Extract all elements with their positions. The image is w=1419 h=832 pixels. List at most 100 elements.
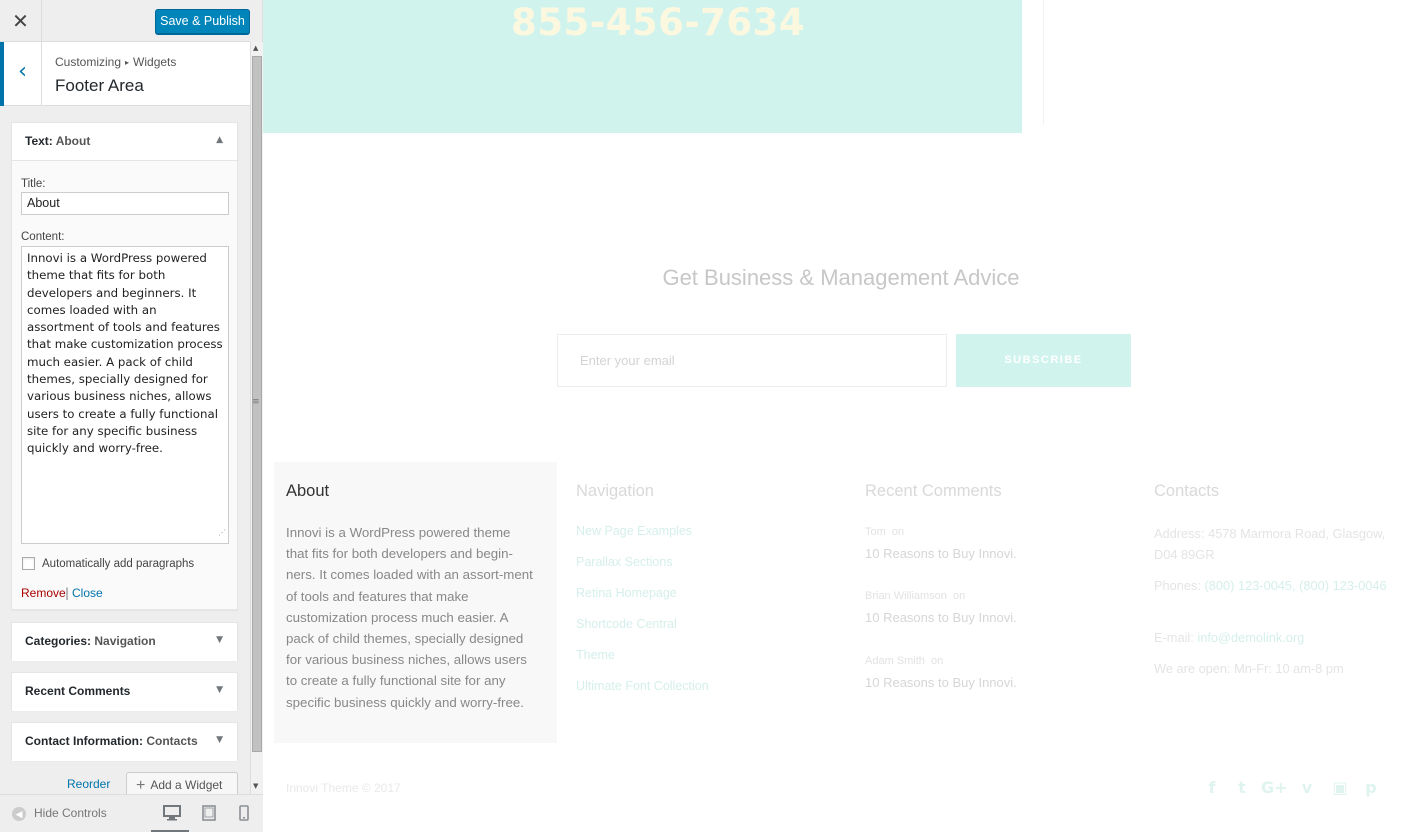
add-widget-button[interactable]: + Add a Widget — [126, 772, 238, 794]
hide-controls-label: Hide Controls — [34, 806, 107, 820]
comment-item: Tom on 10 Reasons to Buy Innovi. — [865, 526, 1017, 561]
save-publish-button[interactable]: Save & Publish — [155, 9, 250, 34]
close-icon[interactable]: ✕ — [0, 0, 42, 42]
google-plus-icon[interactable]: G+ — [1261, 778, 1288, 797]
twitter-icon[interactable]: t — [1233, 778, 1251, 797]
widget-recent-comments[interactable]: Recent Comments ▼ — [11, 672, 238, 711]
widget-header[interactable]: Recent Comments ▼ — [12, 673, 237, 711]
sidebar-scrollbar[interactable]: ▲ ≡ ▼ — [250, 42, 263, 794]
contacts-title: Contacts — [1154, 482, 1220, 500]
widget-instance: Contacts — [146, 734, 198, 748]
title-label: Title: — [21, 178, 46, 190]
facebook-icon[interactable]: f — [1203, 778, 1221, 797]
nav-link[interactable]: Shortcode Central — [576, 617, 709, 648]
phones-label: Phones: — [1154, 578, 1201, 593]
comment-author[interactable]: Adam Smith — [865, 655, 925, 667]
widget-type: Text — [25, 134, 49, 148]
breadcrumb-separator-icon: ▸ — [125, 58, 130, 67]
comment-item: Brian Williamson on 10 Reasons to Buy In… — [865, 590, 1017, 625]
section-header: ‹ Customizing ▸ Widgets Footer Area — [0, 42, 250, 106]
widget-text-about: Text: About ▲ Title: About Content: Inno… — [11, 122, 238, 610]
email-label: E-mail: — [1154, 630, 1194, 645]
widget-header[interactable]: Text: About ▲ — [12, 123, 237, 161]
autop-label: Automatically add paragraphs — [42, 558, 195, 570]
vimeo-icon[interactable]: v — [1298, 778, 1316, 797]
reorder-link[interactable]: Reorder — [67, 777, 110, 791]
desktop-icon[interactable] — [163, 805, 181, 821]
widget-type: Contact Information — [25, 734, 139, 748]
customizer-panel: ‹ Customizing ▸ Widgets Footer Area Text: … — [0, 42, 250, 794]
comment-author[interactable]: Brian Williamson — [865, 590, 947, 602]
cta-phone[interactable]: 855-456-7634 — [511, 1, 805, 44]
comment-author[interactable]: Tom — [865, 526, 886, 538]
expand-arrow-icon[interactable]: ▼ — [216, 735, 223, 745]
remove-link[interactable]: Remove — [21, 586, 66, 600]
email-value[interactable]: info@demolink.org — [1197, 630, 1304, 645]
autop-checkbox[interactable] — [22, 557, 35, 570]
collapse-arrow-icon[interactable]: ▲ — [216, 135, 223, 145]
scrollbar-grip-icon: ≡ — [252, 397, 260, 407]
customizer-header: ✕ Save & Publish — [0, 0, 250, 42]
mobile-icon[interactable] — [239, 805, 249, 821]
contact-hours: We are open: Mn-Fr: 10 am-8 pm — [1154, 661, 1344, 676]
section-title: Footer Area — [55, 76, 144, 95]
newsletter-email-input[interactable]: Enter your email — [557, 334, 947, 387]
comment-on: on — [931, 655, 944, 667]
widget-instance: Navigation — [94, 634, 156, 648]
about-text: Innovi is a WordPress powered theme that… — [286, 525, 533, 710]
nav-link[interactable]: New Page Examples — [576, 524, 709, 555]
nav-link[interactable]: Theme — [576, 648, 709, 679]
about-title: About — [286, 482, 330, 500]
expand-arrow-icon[interactable]: ▼ — [216, 635, 223, 645]
navigation-title: Navigation — [576, 482, 654, 500]
widget-header[interactable]: Contact Information: Contacts ▼ — [12, 723, 237, 761]
content-text: Innovi is a WordPress powered theme that… — [27, 251, 227, 456]
customizer-footer: ◀ Hide Controls — [0, 794, 263, 832]
comment-post-link[interactable]: 10 Reasons to Buy Innovi. — [865, 675, 1017, 690]
tablet-icon[interactable] — [202, 805, 216, 821]
plus-icon: + — [136, 777, 146, 794]
expand-arrow-icon[interactable]: ▼ — [216, 685, 223, 695]
breadcrumb: Customizing ▸ Widgets — [55, 55, 176, 69]
widget-header[interactable]: Categories: Navigation ▼ — [12, 623, 237, 661]
nav-link[interactable]: Ultimate Font Collection — [576, 679, 709, 710]
cta-band: 855-456-7634 — [263, 0, 1022, 133]
customizer-sidebar: ✕ Save & Publish ‹ Customizing ▸ Widgets F… — [0, 0, 263, 832]
comment-item: Adam Smith on 10 Reasons to Buy Innovi. — [865, 655, 1017, 690]
widget-contact-information[interactable]: Contact Information: Contacts ▼ — [11, 722, 238, 761]
contact-email: E-mail: info@demolink.org — [1154, 627, 1404, 648]
back-arrow-icon[interactable]: ‹ — [0, 42, 42, 106]
copyright: Innovi Theme © 2017 — [286, 781, 401, 795]
youtube-icon[interactable]: ▣ — [1331, 778, 1349, 797]
scroll-up-icon[interactable]: ▲ — [253, 44, 258, 52]
content-label: Content: — [21, 231, 65, 243]
widget-instance: About — [55, 134, 91, 148]
nav-link[interactable]: Parallax Sections — [576, 555, 709, 586]
add-widget-label: Add a Widget — [150, 778, 223, 792]
content-textarea[interactable]: Innovi is a WordPress powered theme that… — [21, 246, 229, 544]
nav-link[interactable]: Retina Homepage — [576, 586, 709, 617]
breadcrumb-root: Customizing — [55, 55, 122, 69]
resize-grip-icon[interactable]: ⋰ — [218, 524, 226, 541]
title-input[interactable]: About — [21, 192, 229, 215]
comment-on: on — [891, 526, 905, 538]
widget-categories[interactable]: Categories: Navigation ▼ — [11, 622, 238, 661]
close-link[interactable]: Close — [72, 586, 103, 600]
pinterest-icon[interactable]: p — [1362, 778, 1380, 797]
widget-type: Recent Comments — [25, 684, 131, 698]
divider — [1043, 0, 1044, 125]
newsletter-title: Get Business & Management Advice — [662, 265, 1020, 290]
comment-post-link[interactable]: 10 Reasons to Buy Innovi. — [865, 610, 1017, 625]
contact-address: Address: 4578 Marmora Road, Glasgow, D04… — [1154, 523, 1404, 565]
subscribe-button[interactable]: SUBSCRIBE — [956, 334, 1131, 387]
widget-type: Categories — [25, 634, 88, 648]
breadcrumb-current: Widgets — [133, 55, 177, 69]
comment-post-link[interactable]: 10 Reasons to Buy Innovi. — [865, 546, 1017, 561]
recent-comments-title: Recent Comments — [865, 482, 1002, 500]
email-placeholder: Enter your email — [580, 353, 675, 368]
hide-controls-button[interactable]: ◀ Hide Controls — [12, 806, 107, 821]
site-preview: 855-456-7634 Get Business & Management A… — [263, 0, 1419, 832]
contact-phones: Phones: (800) 123-0045, (800) 123-0046 — [1154, 575, 1404, 596]
scroll-down-icon[interactable]: ▼ — [253, 782, 258, 790]
phones-value[interactable]: (800) 123-0045, (800) 123-0046 — [1205, 578, 1387, 593]
